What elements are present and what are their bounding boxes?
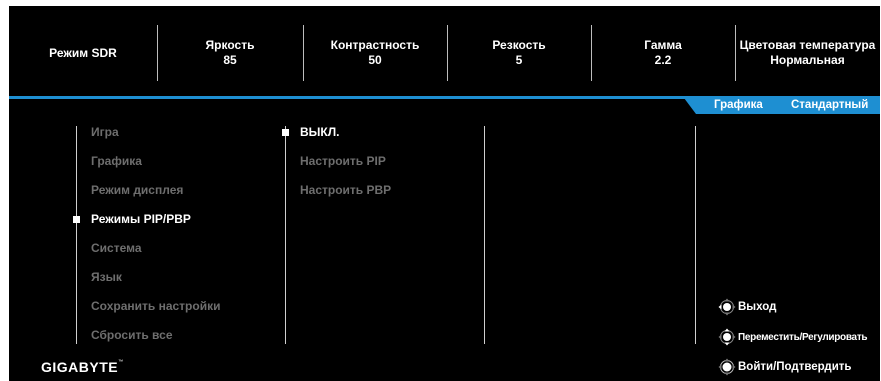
menu-divider [484, 126, 485, 344]
trademark-mark: ™ [118, 359, 124, 365]
hint-enter-confirm: Войти/Подтвердить [718, 358, 852, 376]
submenu-item-pbp-setup[interactable]: Настроить PBP [300, 183, 391, 197]
status-color-temperature: Цветовая температура Нормальная [735, 20, 880, 86]
menu-item-language[interactable]: Язык [91, 270, 122, 284]
status-label: Контрастность [330, 38, 420, 52]
status-label: Режим SDR [49, 45, 117, 60]
menu-item-reset-all[interactable]: Сбросить все [91, 328, 173, 342]
status-value: 85 [223, 53, 237, 67]
menu-item-save-settings[interactable]: Сохранить настройки [91, 299, 220, 313]
status-label: Цветовая температура [739, 38, 876, 52]
status-sdr-mode: Режим SDR [9, 20, 157, 86]
selection-marker [282, 129, 289, 136]
status-brightness: Яркость 85 [157, 20, 303, 86]
menu-item-picture[interactable]: Графика [91, 154, 142, 168]
menu-divider [285, 126, 286, 344]
status-sharpness: Резкость 5 [447, 20, 591, 86]
logo-text: GIGABYTE [41, 359, 119, 375]
joystick-left-icon [718, 298, 736, 316]
hint-label: Выход [738, 301, 777, 313]
status-gamma: Гамма 2.2 [591, 20, 735, 86]
preset-label: Стандартный [791, 99, 869, 111]
gigabyte-logo: GIGABYTE™ [41, 359, 124, 375]
status-value: 2.2 [654, 53, 672, 67]
joystick-press-icon [718, 358, 736, 376]
menu-item-pip-pbp[interactable]: Режимы PIP/PBP [91, 212, 191, 226]
hint-label: Переместить/Регулировать [738, 331, 868, 343]
joystick-updown-icon [718, 328, 736, 346]
submenu-item-pip-setup[interactable]: Настроить PIP [300, 154, 386, 168]
selection-marker [73, 216, 80, 223]
status-label: Яркость [205, 38, 255, 52]
hint-exit: Выход [718, 298, 776, 316]
submenu-item-off[interactable]: ВЫКЛ. [300, 125, 340, 139]
status-contrast: Контрастность 50 [303, 20, 447, 86]
status-value: 50 [368, 53, 382, 67]
hint-move-adjust: Переместить/Регулировать [718, 328, 868, 346]
menu-item-system[interactable]: Система [91, 241, 142, 255]
menu-divider [76, 126, 77, 344]
status-bar: Режим SDR Яркость 85 Контрастность 50 Ре… [9, 20, 880, 86]
status-label: Гамма [644, 38, 682, 52]
picture-mode-label: Графика [714, 99, 763, 111]
picture-mode-tab: Графика Стандартный [684, 98, 880, 114]
menu-item-display-mode[interactable]: Режим дисплея [91, 183, 183, 197]
status-value: 5 [515, 53, 523, 67]
menu-divider [695, 126, 696, 344]
menu-item-game[interactable]: Игра [91, 125, 119, 139]
osd-menu: Режим SDR Яркость 85 Контрастность 50 Ре… [9, 6, 880, 381]
hint-label: Войти/Подтвердить [738, 361, 852, 373]
status-label: Резкость [492, 38, 546, 52]
status-value: Нормальная [770, 53, 845, 67]
